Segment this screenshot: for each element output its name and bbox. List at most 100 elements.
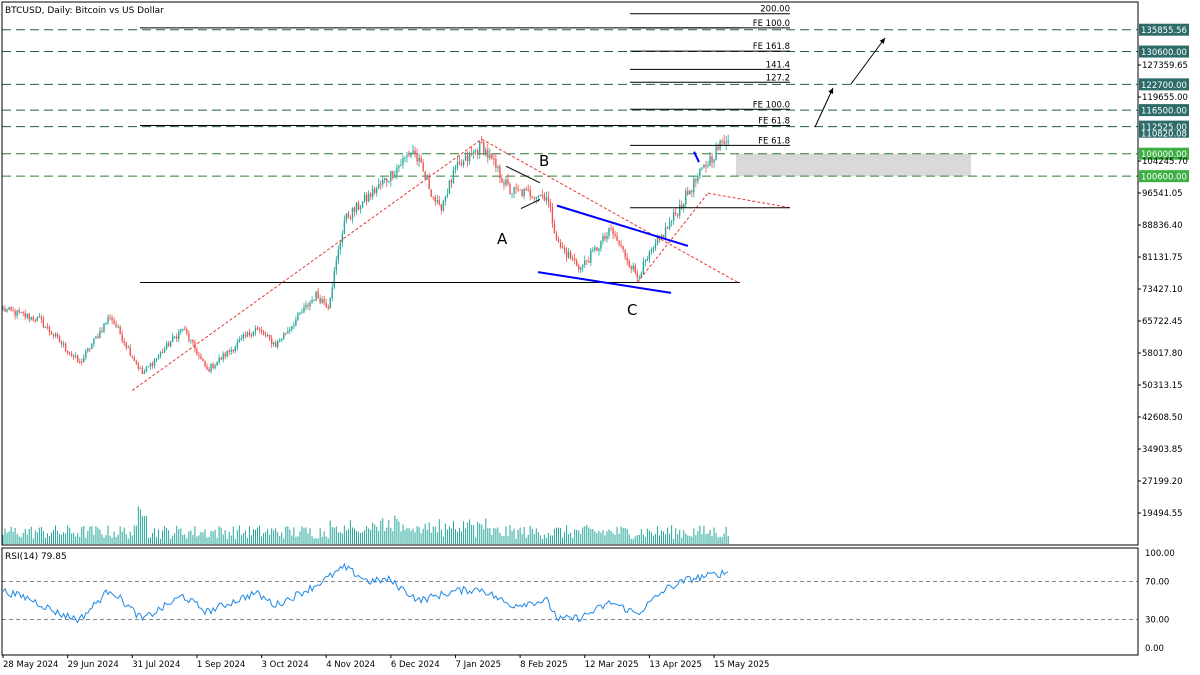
candle-body — [432, 196, 434, 198]
candle-body — [628, 261, 630, 267]
candle-body — [224, 353, 226, 357]
candle-body — [697, 175, 699, 182]
candle-body — [222, 353, 224, 360]
red-trend-c — [636, 192, 709, 283]
candle-body — [202, 358, 204, 361]
price-badge-label: 130600.00 — [1141, 48, 1187, 58]
candle-body — [513, 187, 515, 194]
candle-body — [487, 149, 489, 158]
candle-body — [204, 360, 206, 367]
candle-body — [230, 349, 232, 352]
candle-body — [638, 277, 640, 279]
candle-body — [297, 313, 299, 320]
projection-arrow-2-head — [879, 38, 885, 44]
candle-body — [557, 239, 560, 243]
current-price-label: 110820.08 — [1141, 130, 1187, 140]
candle-body — [689, 190, 691, 195]
x-tick-label: 31 Jul 2024 — [132, 660, 180, 670]
candle-body — [48, 326, 51, 332]
candle-body — [446, 194, 449, 197]
candle-body — [313, 300, 315, 302]
candle-body — [226, 350, 228, 357]
candle-body — [135, 360, 138, 364]
candle-body — [28, 313, 30, 320]
candle-body — [477, 150, 479, 155]
candle-body — [646, 259, 649, 261]
candle-body — [188, 333, 190, 341]
candle-body — [416, 152, 418, 162]
candle-body — [137, 363, 140, 369]
candle-body — [460, 162, 463, 166]
candle-body — [56, 334, 59, 337]
candle-body — [406, 155, 408, 157]
candle-body — [705, 164, 707, 167]
candle-body — [390, 170, 392, 182]
candle-body — [351, 207, 354, 219]
candle-body — [329, 298, 331, 309]
x-tick-label: 12 Mar 2025 — [585, 660, 639, 670]
candle-body — [153, 359, 156, 366]
candle-body — [468, 153, 471, 162]
candle-body — [242, 334, 245, 339]
candle-body — [531, 196, 533, 198]
candle-body — [93, 338, 95, 345]
candle-body — [16, 310, 18, 316]
candle-body — [307, 304, 309, 307]
candle-body — [24, 313, 26, 318]
candle-body — [174, 336, 176, 338]
candle-body — [474, 150, 477, 152]
chart-root: 200.00 FE 100.0 FE 161.8 141.4 127.2 FE 100.0… — [0, 0, 1200, 675]
x-tick-label: 1 Sep 2024 — [197, 660, 245, 670]
candle-body — [503, 182, 505, 185]
candle-body — [345, 213, 348, 221]
candle-body — [131, 355, 133, 358]
candle-body — [404, 156, 406, 159]
candle-body — [573, 258, 576, 261]
candle-body — [75, 355, 77, 357]
candle-body — [584, 260, 586, 265]
y-tick-label: 58017.80 — [1142, 349, 1183, 359]
candle-body — [727, 140, 729, 143]
candle-body — [349, 218, 352, 220]
candle-body — [14, 310, 16, 316]
candle-body — [206, 366, 208, 370]
candle-body — [365, 194, 368, 202]
candle-body — [244, 334, 247, 337]
candle-body — [321, 299, 323, 303]
candle-body — [238, 339, 241, 343]
candle-body — [501, 178, 503, 183]
candle-body — [515, 187, 517, 189]
fib-label: 141.4 — [766, 60, 790, 70]
candle-body — [272, 342, 275, 345]
candle-body — [717, 146, 719, 150]
candle-body — [547, 197, 550, 203]
candle-body — [275, 342, 277, 347]
candle-body — [99, 330, 101, 338]
candle-body — [355, 202, 358, 212]
candle-body — [636, 272, 638, 278]
candle-body — [414, 150, 416, 153]
candle-body — [6, 309, 8, 312]
candle-body — [97, 336, 99, 338]
candle-body — [252, 331, 255, 336]
candle-body — [42, 319, 45, 328]
candle-body — [400, 164, 402, 166]
candle-body — [517, 188, 519, 190]
candle-body — [450, 180, 453, 183]
candle-body — [521, 189, 523, 197]
y-tick-label: 34903.85 — [1142, 445, 1183, 455]
candle-body — [541, 194, 544, 196]
candle-body — [192, 340, 194, 343]
candle-body — [509, 184, 511, 194]
fib-label: FE 61.8 — [758, 136, 790, 146]
candle-body — [260, 330, 263, 332]
candle-body — [323, 299, 325, 303]
candle-body — [440, 204, 443, 211]
candle-body — [68, 352, 71, 354]
candle-body — [180, 329, 182, 332]
candle-body — [167, 343, 170, 347]
candle-body — [121, 334, 123, 342]
candle-body — [87, 348, 89, 352]
candle-body — [644, 260, 647, 262]
candle-body — [77, 355, 79, 362]
